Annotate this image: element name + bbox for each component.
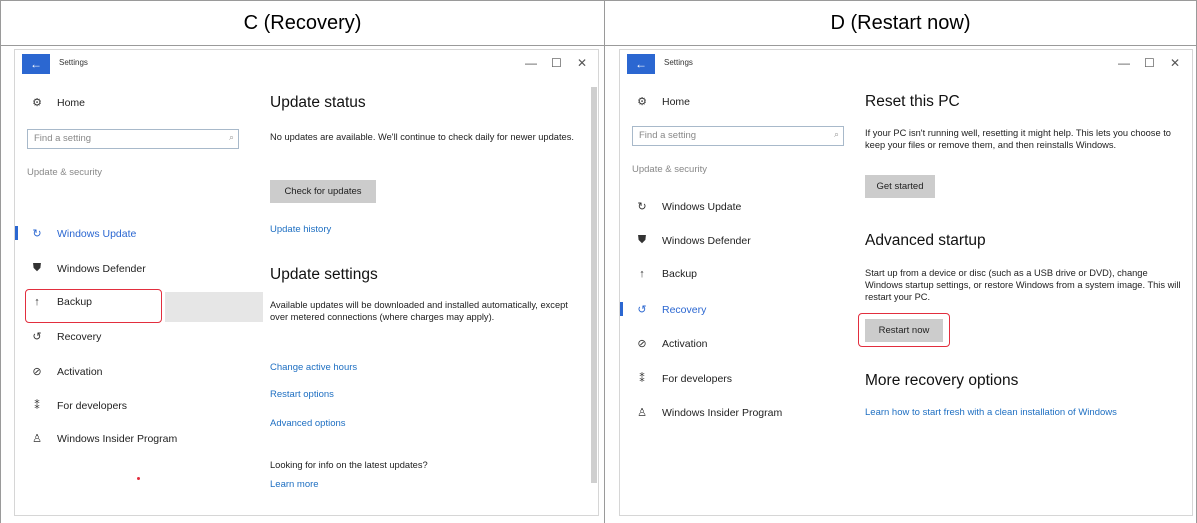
gear-icon: ⚙ [637, 96, 647, 108]
nav-windows-defender[interactable]: ⛊ Windows Defender [634, 234, 751, 247]
insider-icon: ♙ [637, 407, 647, 419]
search-input[interactable]: Find a setting ⌕ [632, 126, 844, 146]
back-arrow-icon: ← [30, 57, 42, 71]
sync-icon: ↻ [32, 228, 42, 240]
title-bar: ← Settings — ☐ ✕ [620, 50, 1192, 78]
learn-more-link[interactable]: Learn more [270, 479, 319, 490]
developer-icon: ⁑ [34, 400, 40, 412]
nav-label: Backup [662, 268, 698, 280]
hover-highlight [165, 292, 263, 322]
search-placeholder: Find a setting [34, 133, 92, 144]
nav-activation[interactable]: ⊘ Activation [634, 337, 708, 351]
scrollbar[interactable] [591, 87, 597, 483]
restart-highlight-box [858, 313, 950, 347]
backup-icon: ↑ [639, 268, 645, 280]
nav-windows-update[interactable]: ↻ Windows Update [29, 227, 137, 241]
more-recovery-title: More recovery options [865, 372, 1019, 389]
nav-label: Windows Defender [662, 234, 751, 247]
middle-divider [604, 0, 605, 523]
red-dot [137, 477, 140, 480]
update-settings-text: Available updates will be downloaded and… [270, 300, 568, 322]
nav-label: Windows Insider Program [57, 432, 178, 445]
back-arrow-icon: ← [635, 57, 647, 71]
nav-home-label: Home [57, 96, 86, 109]
header-divider [0, 45, 1197, 46]
advanced-startup-text: Start up from a device or disc (such as … [865, 268, 1181, 302]
search-placeholder: Find a setting [639, 130, 697, 141]
title-bar: ← Settings — ☐ ✕ [15, 50, 598, 78]
nav-label: Windows Defender [57, 262, 146, 275]
check-circle-icon: ⊘ [637, 338, 647, 350]
nav-windows-insider[interactable]: ♙ Windows Insider Program [29, 432, 178, 446]
nav-backup[interactable]: ↑ Backup [634, 268, 697, 280]
nav-label: Windows Insider Program [662, 406, 783, 419]
nav-activation[interactable]: ⊘ Activation [29, 365, 103, 379]
settings-window-d: ← Settings — ☐ ✕ ⚙ Home Find a setting ⌕… [619, 49, 1193, 516]
gear-icon: ⚙ [32, 97, 42, 109]
looking-text: Looking for info on the latest updates? [270, 460, 428, 470]
update-settings-title: Update settings [270, 266, 378, 283]
nav-label: Recovery [662, 303, 707, 316]
nav-home[interactable]: ⚙ Home [634, 95, 691, 109]
advanced-startup-title: Advanced startup [865, 232, 986, 249]
left-border [0, 0, 1, 523]
developer-icon: ⁑ [639, 373, 645, 385]
window-title: Settings [664, 58, 693, 67]
sync-icon: ↻ [637, 201, 647, 213]
active-indicator [620, 302, 623, 316]
active-indicator [15, 226, 18, 240]
insider-icon: ♙ [32, 433, 42, 445]
reset-text: If your PC isn't running well, resetting… [865, 128, 1171, 150]
panel-c-header: C (Recovery) [243, 11, 362, 34]
check-circle-icon: ⊘ [32, 366, 42, 378]
nav-recovery[interactable]: ↺ Recovery [634, 303, 707, 317]
check-for-updates-button[interactable]: Check for updates [270, 180, 376, 203]
nav-label: Windows Update [662, 200, 742, 213]
nav-label: Recovery [57, 330, 102, 343]
nav-windows-insider[interactable]: ♙ Windows Insider Program [634, 406, 783, 420]
nav-label: Activation [662, 337, 708, 350]
clean-install-link[interactable]: Learn how to start fresh with a clean in… [865, 407, 1117, 418]
nav-label: Activation [57, 365, 103, 378]
back-button[interactable]: ← [22, 54, 50, 74]
window-title: Settings [59, 58, 88, 67]
restart-options-link[interactable]: Restart options [270, 389, 334, 400]
update-status-text: No updates are available. We'll continue… [270, 132, 574, 142]
close-button[interactable]: ✕ [577, 56, 587, 70]
history-icon: ↺ [32, 331, 42, 343]
nav-label: For developers [57, 399, 128, 412]
nav-for-developers[interactable]: ⁑ For developers [634, 372, 733, 386]
minimize-button[interactable]: — [525, 56, 537, 70]
update-history-link[interactable]: Update history [270, 224, 331, 235]
nav-home[interactable]: ⚙ Home [29, 96, 86, 110]
section-caption: Update & security [27, 167, 102, 178]
get-started-button[interactable]: Get started [865, 175, 935, 198]
update-status-title: Update status [270, 94, 366, 111]
minimize-button[interactable]: — [1118, 56, 1130, 70]
shield-icon: ⛊ [32, 262, 42, 274]
change-active-hours-link[interactable]: Change active hours [270, 362, 357, 373]
shield-icon: ⛊ [637, 234, 647, 246]
reset-title: Reset this PC [865, 93, 960, 110]
nav-for-developers[interactable]: ⁑ For developers [29, 399, 128, 413]
nav-recovery[interactable]: ↺ Recovery [29, 330, 102, 344]
settings-window-c: ← Settings — ☐ ✕ ⚙ Home Find a setting ⌕… [14, 49, 599, 516]
nav-label: Windows Update [57, 227, 137, 240]
search-input[interactable]: Find a setting ⌕ [27, 129, 239, 149]
close-button[interactable]: ✕ [1170, 56, 1180, 70]
advanced-options-link[interactable]: Advanced options [270, 418, 346, 429]
panel-d-header: D (Restart now) [830, 11, 971, 34]
nav-windows-defender[interactable]: ⛊ Windows Defender [29, 262, 146, 275]
maximize-button[interactable]: ☐ [551, 56, 562, 70]
section-caption: Update & security [632, 164, 707, 175]
search-icon: ⌕ [833, 129, 839, 139]
recovery-highlight-box [25, 289, 162, 323]
history-icon: ↺ [637, 304, 647, 316]
search-icon: ⌕ [228, 132, 234, 142]
maximize-button[interactable]: ☐ [1144, 56, 1155, 70]
back-button[interactable]: ← [627, 54, 655, 74]
nav-home-label: Home [662, 95, 691, 108]
nav-label: For developers [662, 372, 733, 385]
nav-windows-update[interactable]: ↻ Windows Update [634, 200, 742, 214]
